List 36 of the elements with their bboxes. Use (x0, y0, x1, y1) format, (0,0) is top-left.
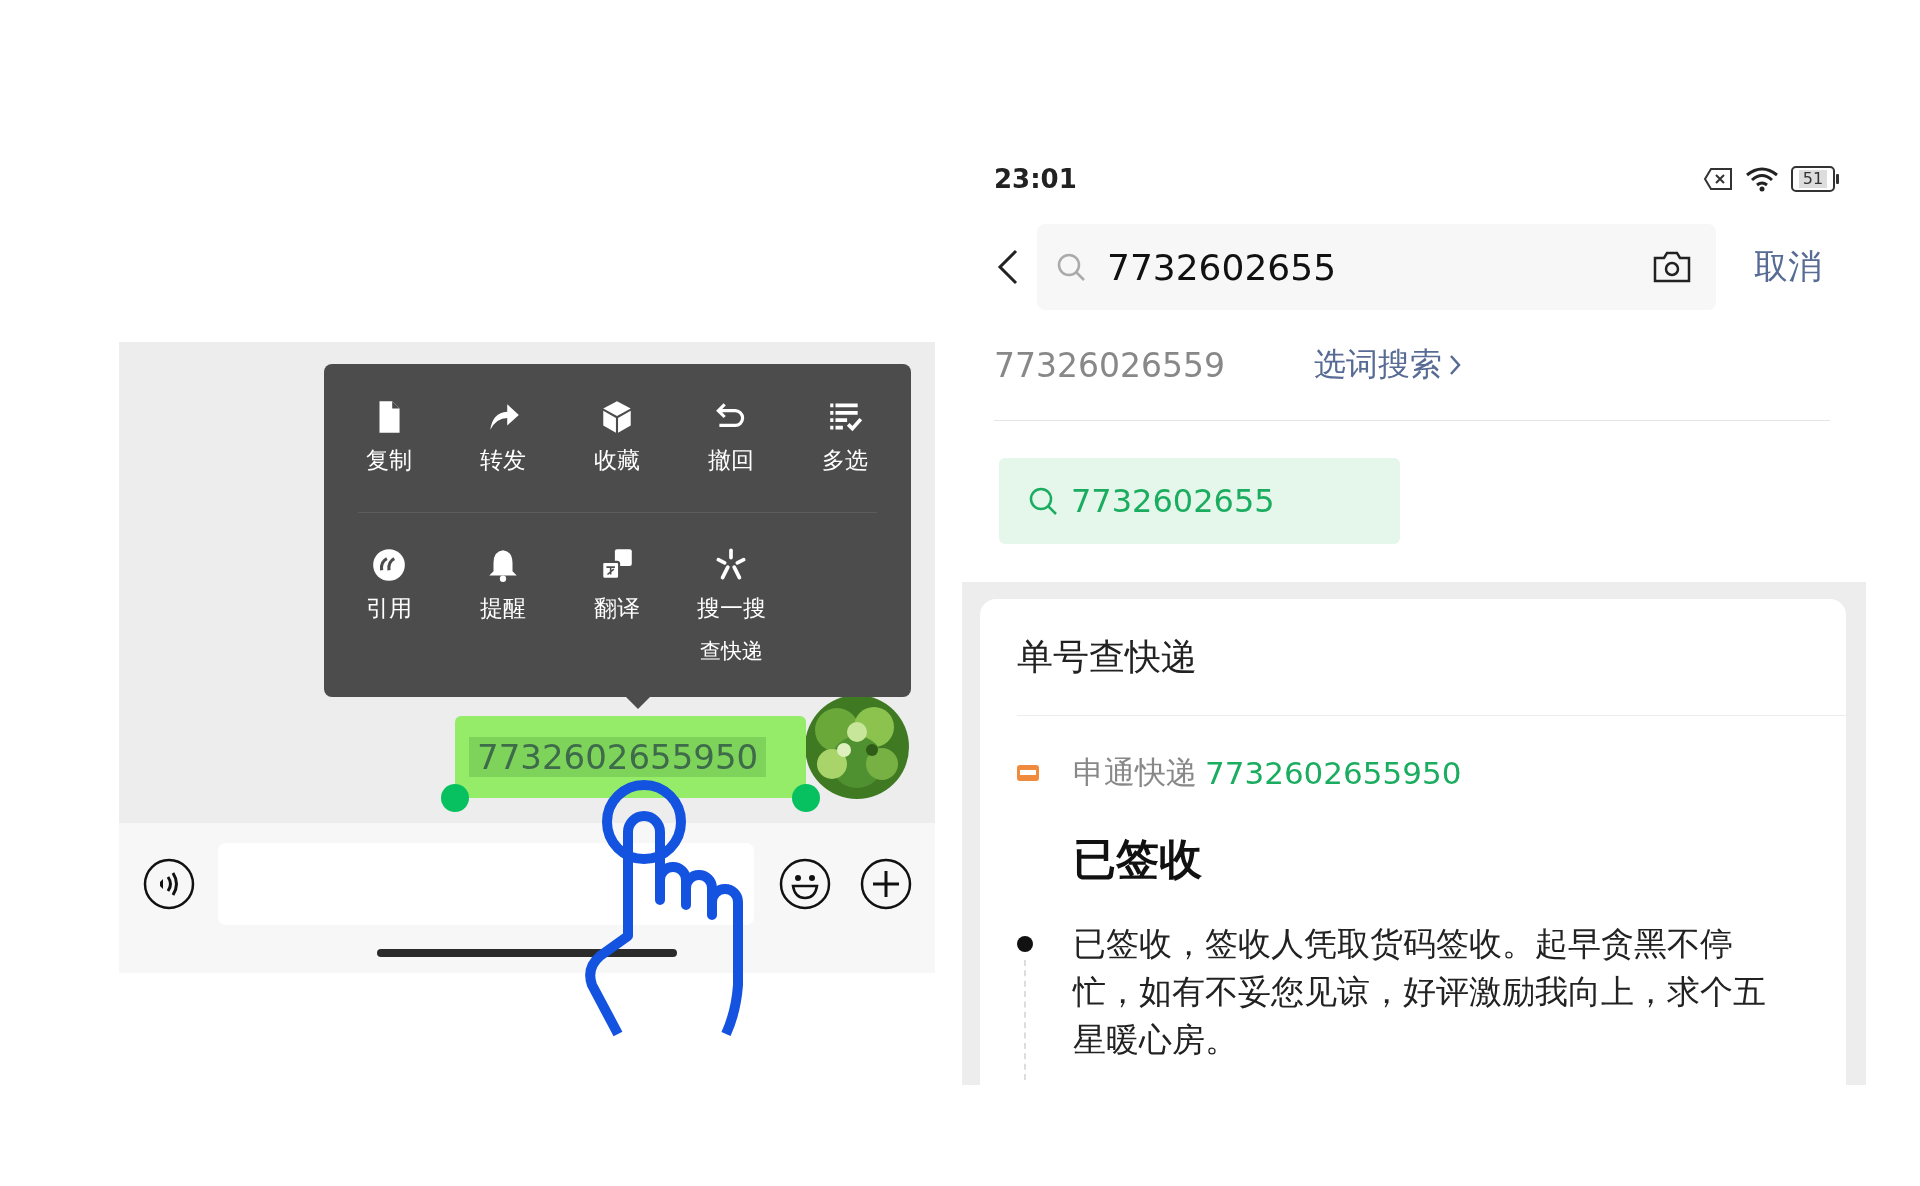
menu-item[interactable]: 撤回 (674, 364, 788, 512)
word-search-link[interactable]: 选词搜索 (1314, 343, 1462, 387)
menu-item[interactable]: 提醒 (446, 512, 560, 697)
selection-handle[interactable] (792, 784, 820, 812)
sim-icon (1703, 167, 1733, 191)
menu-item[interactable]: 翻译 (560, 512, 674, 697)
chevron-icon (1448, 353, 1462, 377)
search-icon (1055, 251, 1087, 283)
delivery-status: 已签收 (1073, 833, 1202, 886)
message-input[interactable] (218, 843, 754, 925)
menu-item[interactable]: 搜一搜 查快递 (674, 512, 788, 697)
search-icon (1027, 485, 1059, 517)
selection-handle[interactable] (441, 784, 469, 812)
menu-item[interactable]: 转发 (446, 364, 560, 512)
wifi-icon (1745, 166, 1779, 192)
cancel-link[interactable]: 取消 (1754, 244, 1822, 290)
event-text: 已签收，签收人凭取货码签收。起早贪黑不停忙，如有不妥您见谅，好评激励我向上，求个五星暖心房。 (1073, 923, 1767, 1061)
card-title: 单号查快递 (1017, 634, 1197, 679)
message-text: 7732602655950 (469, 737, 767, 777)
camera-icon[interactable] (1652, 249, 1692, 285)
battery-percent: 51 (1798, 170, 1828, 188)
carrier-logo-icon (1017, 765, 1039, 781)
menu-item[interactable]: 复制 (332, 364, 446, 512)
emoji-icon[interactable] (779, 858, 831, 910)
quote-icon (370, 546, 408, 584)
status-time: 23:01 (994, 164, 1077, 194)
menu-item[interactable]: 收藏 (560, 364, 674, 512)
suggestion-text[interactable]: 77326026559 (994, 345, 1314, 385)
menu-item[interactable]: 引用 (332, 512, 446, 697)
search-field[interactable]: 7732602655 (1037, 224, 1716, 310)
voice-icon[interactable] (143, 858, 195, 910)
menu-item[interactable]: 多选 (788, 364, 902, 512)
carrier-name: 申通快递 (1073, 753, 1197, 792)
tracking-number: 7732602655950 (1205, 755, 1462, 791)
timeline-dot (1017, 936, 1033, 952)
plus-icon[interactable] (860, 858, 912, 910)
